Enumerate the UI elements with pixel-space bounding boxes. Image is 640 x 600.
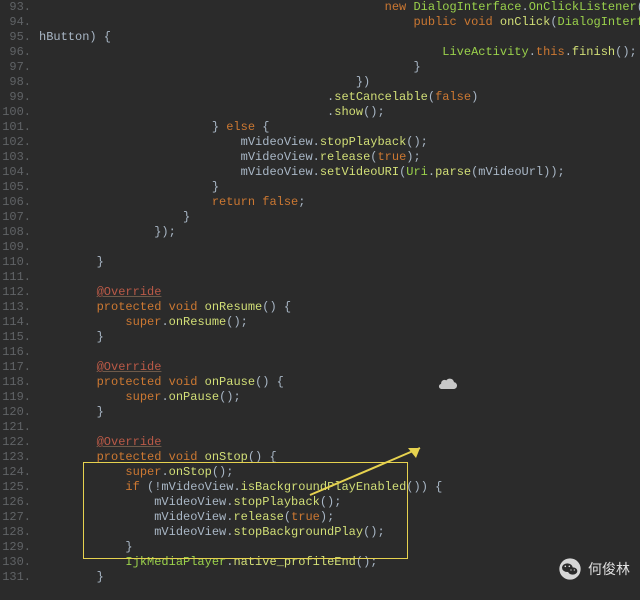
code-line: mVideoView.release(true);: [39, 510, 640, 525]
code-line: mVideoView.stopPlayback();: [39, 495, 640, 510]
line-number: 125.: [0, 480, 31, 495]
line-number: 115.: [0, 330, 31, 345]
line-number: 113.: [0, 300, 31, 315]
line-number: 121.: [0, 420, 31, 435]
line-number: 131.: [0, 570, 31, 585]
line-number: 129.: [0, 540, 31, 555]
line-number: 104.: [0, 165, 31, 180]
line-number: 95.: [0, 30, 31, 45]
code-body[interactable]: new DialogInterface.OnClickListener() { …: [37, 0, 640, 600]
code-line: IjkMediaPlayer.native_profileEnd();: [39, 555, 640, 570]
code-line: mVideoView.stopBackgroundPlay();: [39, 525, 640, 540]
line-number: 105.: [0, 180, 31, 195]
code-line: public void onClick(DialogInterface dial…: [39, 15, 640, 30]
code-line: @Override: [39, 285, 640, 300]
line-number: 110.: [0, 255, 31, 270]
code-line: mVideoView.release(true);: [39, 150, 640, 165]
code-line: super.onStop();: [39, 465, 640, 480]
cloud-icon: [437, 377, 459, 389]
code-line: @Override: [39, 435, 640, 450]
code-line: }: [39, 570, 640, 585]
line-number: 96.: [0, 45, 31, 60]
code-line: protected void onPause() {: [39, 375, 640, 390]
code-line: [39, 240, 640, 255]
code-line: super.onPause();: [39, 390, 640, 405]
code-line: LiveActivity.this.finish();: [39, 45, 640, 60]
watermark: 何俊林: [558, 557, 630, 581]
line-number: 124.: [0, 465, 31, 480]
code-line: hButton) {: [39, 30, 640, 45]
line-number: 106.: [0, 195, 31, 210]
code-line: }: [39, 180, 640, 195]
line-number: 123.: [0, 450, 31, 465]
code-line: });: [39, 225, 640, 240]
line-number: 97.: [0, 60, 31, 75]
line-number: 108.: [0, 225, 31, 240]
line-number: 99.: [0, 90, 31, 105]
watermark-text: 何俊林: [588, 562, 630, 577]
code-line: mVideoView.setVideoURI(Uri.parse(mVideoU…: [39, 165, 640, 180]
code-line: .show();: [39, 105, 640, 120]
line-number: 127.: [0, 510, 31, 525]
line-number: 118.: [0, 375, 31, 390]
line-number: 100.: [0, 105, 31, 120]
code-line: }): [39, 75, 640, 90]
code-line: }: [39, 330, 640, 345]
code-line: }: [39, 60, 640, 75]
code-line: }: [39, 255, 640, 270]
line-number: 112.: [0, 285, 31, 300]
line-number: 98.: [0, 75, 31, 90]
code-line: }: [39, 210, 640, 225]
code-line: @Override: [39, 360, 640, 375]
code-line: .setCancelable(false): [39, 90, 640, 105]
code-line: }: [39, 405, 640, 420]
line-number: 109.: [0, 240, 31, 255]
line-number: 120.: [0, 405, 31, 420]
line-number: 122.: [0, 435, 31, 450]
line-number: 111.: [0, 270, 31, 285]
line-number: 117.: [0, 360, 31, 375]
code-line: } else {: [39, 120, 640, 135]
line-number: 126.: [0, 495, 31, 510]
line-gutter: 93.94.95.96.97.98.99.100.101.102.103.104…: [0, 0, 37, 600]
line-number: 94.: [0, 15, 31, 30]
code-editor: 93.94.95.96.97.98.99.100.101.102.103.104…: [0, 0, 640, 600]
code-line: if (!mVideoView.isBackgroundPlayEnabled(…: [39, 480, 640, 495]
code-line: [39, 270, 640, 285]
code-line: super.onResume();: [39, 315, 640, 330]
line-number: 114.: [0, 315, 31, 330]
code-line: mVideoView.stopPlayback();: [39, 135, 640, 150]
code-line: [39, 585, 640, 600]
line-number: 101.: [0, 120, 31, 135]
code-line: new DialogInterface.OnClickListener() {: [39, 0, 640, 15]
line-number: 130.: [0, 555, 31, 570]
line-number: 128.: [0, 525, 31, 540]
code-line: protected void onStop() {: [39, 450, 640, 465]
code-line: [39, 420, 640, 435]
line-number: 103.: [0, 150, 31, 165]
line-number: 119.: [0, 390, 31, 405]
wechat-icon: [558, 557, 582, 581]
code-line: }: [39, 540, 640, 555]
code-line: protected void onResume() {: [39, 300, 640, 315]
code-line: [39, 345, 640, 360]
line-number: 116.: [0, 345, 31, 360]
code-line: return false;: [39, 195, 640, 210]
line-number: 102.: [0, 135, 31, 150]
line-number: 107.: [0, 210, 31, 225]
line-number: 93.: [0, 0, 31, 15]
